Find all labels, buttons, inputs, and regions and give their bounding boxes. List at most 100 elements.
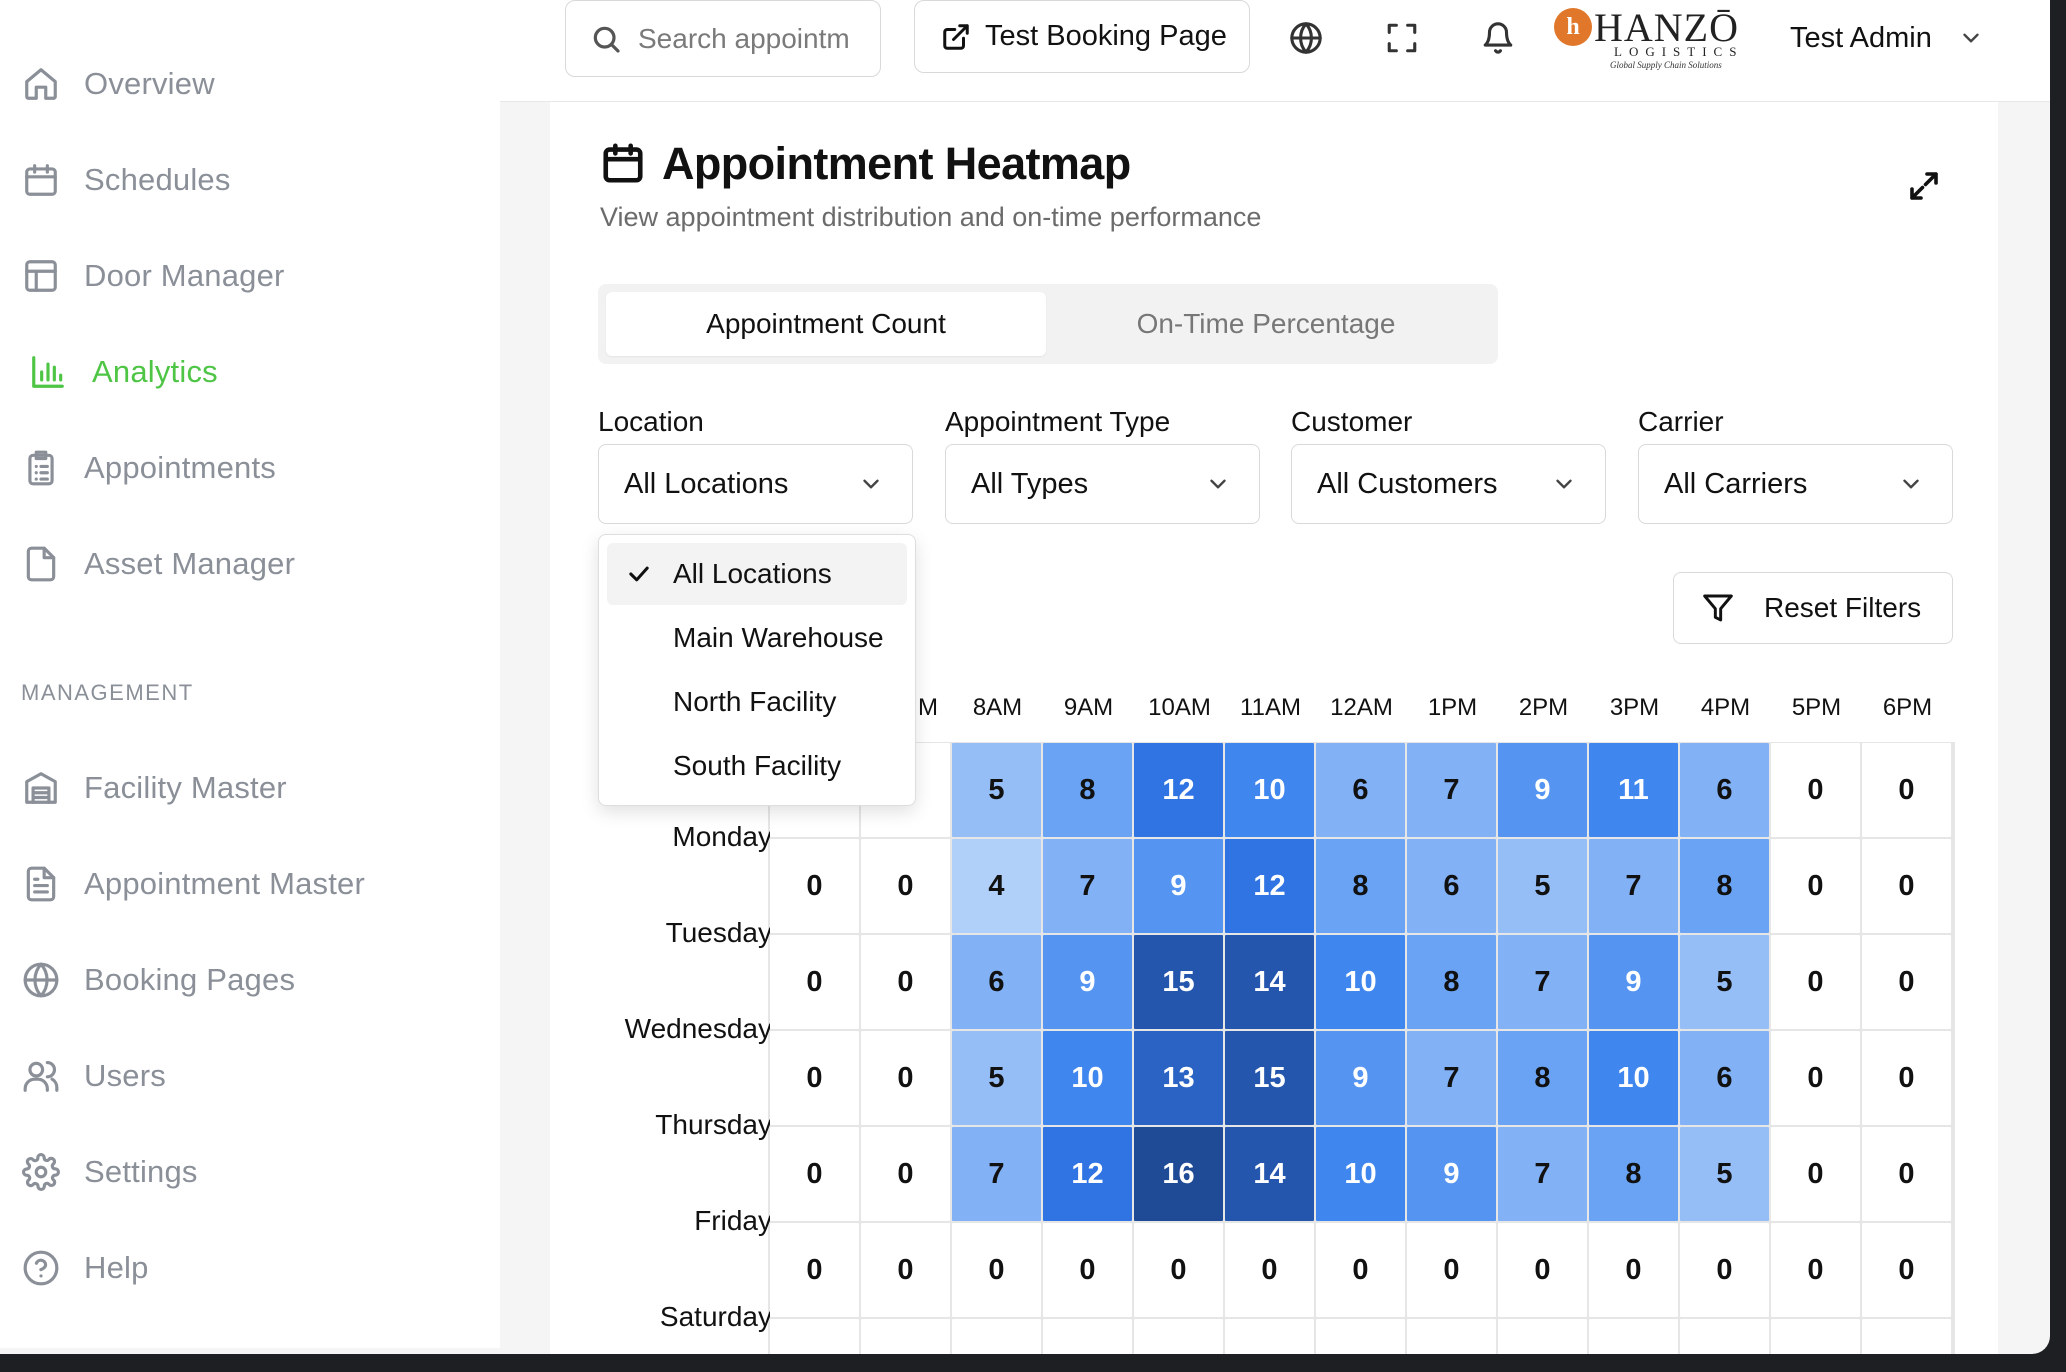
- heatmap-cell[interactable]: 0: [770, 1127, 859, 1221]
- heatmap-cell[interactable]: 6: [952, 935, 1041, 1029]
- sidebar-item-asset-manager[interactable]: Asset Manager: [0, 529, 480, 599]
- heatmap-cell[interactable]: 7: [1498, 1127, 1587, 1221]
- heatmap-cell[interactable]: 6: [1316, 743, 1405, 837]
- heatmap-cell[interactable]: 0: [1589, 1223, 1678, 1317]
- heatmap-cell[interactable]: 9: [1316, 1031, 1405, 1125]
- heatmap-cell[interactable]: 9: [1407, 1127, 1496, 1221]
- heatmap-cell[interactable]: 0: [1134, 1223, 1223, 1317]
- heatmap-cell[interactable]: 0: [1771, 839, 1860, 933]
- heatmap-cell[interactable]: 0: [861, 1031, 950, 1125]
- heatmap-cell[interactable]: 8: [1316, 839, 1405, 933]
- heatmap-cell[interactable]: 7: [1407, 743, 1496, 837]
- search-input[interactable]: [638, 22, 868, 55]
- heatmap-cell[interactable]: 0: [1680, 1223, 1769, 1317]
- sidebar-item-appointments[interactable]: Appointments: [0, 433, 480, 503]
- heatmap-cell[interactable]: 0: [1771, 1223, 1860, 1317]
- heatmap-cell[interactable]: 0: [1862, 743, 1951, 837]
- heatmap-cell[interactable]: 0: [1498, 1223, 1587, 1317]
- heatmap-cell[interactable]: 8: [1043, 743, 1132, 837]
- dropdown-option-south-facility[interactable]: South Facility: [607, 735, 907, 797]
- heatmap-cell[interactable]: 16: [1134, 1127, 1223, 1221]
- heatmap-cell[interactable]: 10: [1316, 935, 1405, 1029]
- heatmap-cell[interactable]: 12: [1134, 743, 1223, 837]
- heatmap-cell[interactable]: 10: [1316, 1127, 1405, 1221]
- sidebar-item-overview[interactable]: Overview: [0, 49, 480, 119]
- heatmap-cell[interactable]: 15: [1225, 1031, 1314, 1125]
- heatmap-cell[interactable]: 7: [952, 1127, 1041, 1221]
- heatmap-cell[interactable]: 9: [1134, 839, 1223, 933]
- fullscreen-icon[interactable]: [1382, 18, 1422, 58]
- heatmap-cell[interactable]: 0: [861, 1223, 950, 1317]
- heatmap-cell[interactable]: 0: [770, 1031, 859, 1125]
- heatmap-cell[interactable]: 10: [1043, 1031, 1132, 1125]
- heatmap-cell[interactable]: 10: [1589, 1031, 1678, 1125]
- heatmap-cell[interactable]: 7: [1407, 1031, 1496, 1125]
- sidebar-item-help[interactable]: Help: [0, 1233, 480, 1303]
- heatmap-cell[interactable]: 8: [1407, 935, 1496, 1029]
- sidebar-item-door-manager[interactable]: Door Manager: [0, 241, 480, 311]
- heatmap-cell[interactable]: 0: [770, 1223, 859, 1317]
- dropdown-option-north-facility[interactable]: North Facility: [607, 671, 907, 733]
- heatmap-cell[interactable]: 12: [1043, 1127, 1132, 1221]
- heatmap-cell[interactable]: 0: [1771, 743, 1860, 837]
- heatmap-cell[interactable]: 9: [1589, 935, 1678, 1029]
- heatmap-cell[interactable]: 0: [1862, 839, 1951, 933]
- sidebar-item-facility-master[interactable]: Facility Master: [0, 753, 480, 823]
- dropdown-option-main-warehouse[interactable]: Main Warehouse: [607, 607, 907, 669]
- heatmap-cell[interactable]: 4: [952, 839, 1041, 933]
- heatmap-cell[interactable]: 5: [1498, 839, 1587, 933]
- heatmap-cell[interactable]: 0: [1771, 1127, 1860, 1221]
- heatmap-cell[interactable]: 7: [1043, 839, 1132, 933]
- heatmap-cell[interactable]: 0: [1862, 935, 1951, 1029]
- sidebar-item-label: Booking Pages: [84, 962, 296, 997]
- heatmap-cell[interactable]: 7: [1589, 839, 1678, 933]
- heatmap-cell[interactable]: 0: [1316, 1223, 1405, 1317]
- heatmap-cell[interactable]: 0: [952, 1223, 1041, 1317]
- sidebar-item-settings[interactable]: Settings: [0, 1137, 480, 1207]
- heatmap-cell[interactable]: 5: [952, 1031, 1041, 1125]
- search-box[interactable]: [565, 0, 881, 77]
- sidebar-item-schedules[interactable]: Schedules: [0, 145, 480, 215]
- heatmap-cell[interactable]: 0: [1862, 1223, 1951, 1317]
- heatmap-cell[interactable]: 0: [861, 1127, 950, 1221]
- heatmap-cell[interactable]: 0: [1862, 1127, 1951, 1221]
- heatmap-cell[interactable]: 0: [1043, 1223, 1132, 1317]
- heatmap-cell[interactable]: 14: [1225, 1127, 1314, 1221]
- heatmap-cell[interactable]: 6: [1407, 839, 1496, 933]
- heatmap-cell[interactable]: 5: [952, 743, 1041, 837]
- heatmap-cell[interactable]: 0: [1407, 1223, 1496, 1317]
- heatmap-cell[interactable]: 0: [1225, 1223, 1314, 1317]
- heatmap-cell[interactable]: 14: [1225, 935, 1314, 1029]
- heatmap-cell[interactable]: 0: [770, 935, 859, 1029]
- heatmap-cell[interactable]: 9: [1043, 935, 1132, 1029]
- heatmap-cell[interactable]: 0: [861, 839, 950, 933]
- heatmap-cell[interactable]: 12: [1225, 839, 1314, 933]
- heatmap-cell[interactable]: 0: [1771, 1031, 1860, 1125]
- heatmap-cell[interactable]: 0: [1771, 935, 1860, 1029]
- sidebar-item-appointment-master[interactable]: Appointment Master: [0, 849, 480, 919]
- bell-icon[interactable]: [1478, 18, 1518, 58]
- heatmap-cell[interactable]: 10: [1225, 743, 1314, 837]
- heatmap-cell[interactable]: 7: [1498, 935, 1587, 1029]
- heatmap-cell[interactable]: 0: [861, 935, 950, 1029]
- heatmap-cell[interactable]: 8: [1498, 1031, 1587, 1125]
- heatmap-cell[interactable]: 8: [1589, 1127, 1678, 1221]
- user-menu[interactable]: Test Admin: [1790, 18, 1984, 58]
- heatmap-cell[interactable]: 0: [1862, 1031, 1951, 1125]
- test-booking-page-button[interactable]: Test Booking Page: [914, 0, 1250, 73]
- heatmap-cell[interactable]: 13: [1134, 1031, 1223, 1125]
- heatmap-cell[interactable]: 15: [1134, 935, 1223, 1029]
- heatmap-cell[interactable]: 11: [1589, 743, 1678, 837]
- heatmap-cell[interactable]: 6: [1680, 743, 1769, 837]
- heatmap-cell[interactable]: 5: [1680, 1127, 1769, 1221]
- dropdown-option-all-locations[interactable]: All Locations: [607, 543, 907, 605]
- heatmap-cell[interactable]: 5: [1680, 935, 1769, 1029]
- heatmap-cell[interactable]: 8: [1680, 839, 1769, 933]
- sidebar-item-analytics[interactable]: Analytics: [0, 337, 480, 407]
- heatmap-cell[interactable]: 6: [1680, 1031, 1769, 1125]
- heatmap-cell[interactable]: 0: [770, 839, 859, 933]
- heatmap-cell[interactable]: 9: [1498, 743, 1587, 837]
- language-globe-icon[interactable]: [1286, 18, 1326, 58]
- sidebar-item-users[interactable]: Users: [0, 1041, 480, 1111]
- sidebar-item-booking-pages[interactable]: Booking Pages: [0, 945, 480, 1015]
